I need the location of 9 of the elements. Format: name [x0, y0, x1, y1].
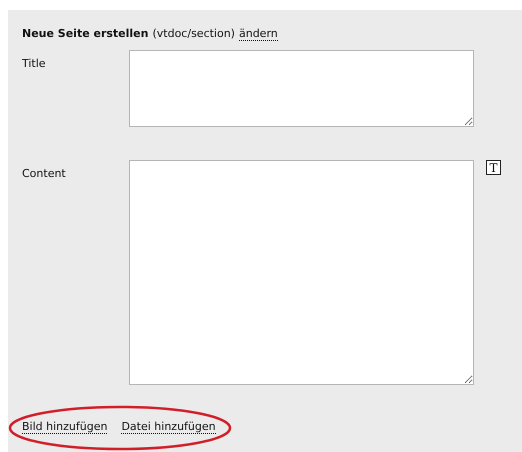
add-link[interactable]: Bild hinzufügen — [22, 421, 108, 434]
add-link[interactable]: Datei hinzufügen — [121, 421, 216, 434]
text-area[interactable] — [129, 50, 474, 127]
field-label: Content — [22, 166, 67, 182]
text-format-button[interactable]: T — [486, 160, 501, 175]
form-heading: Neue Seite erstellen — [22, 26, 148, 42]
change-link[interactable]: ändern — [238, 28, 278, 41]
document-type: (vtdoc/section) — [152, 26, 235, 42]
field-label: Title — [22, 56, 47, 72]
